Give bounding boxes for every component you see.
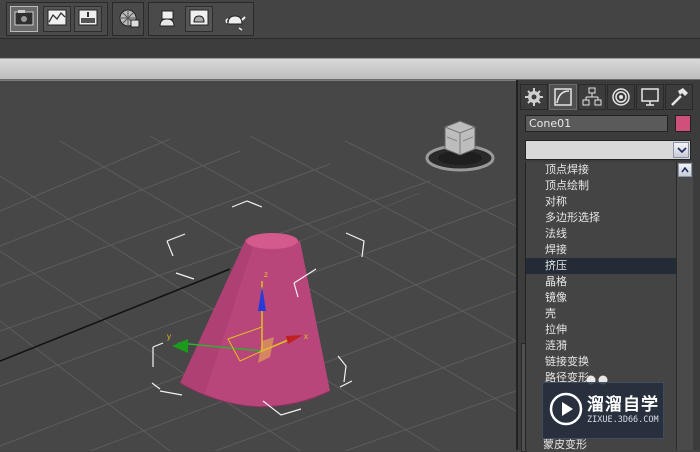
tab-utilities[interactable] [665, 84, 693, 110]
chevron-down-icon [677, 147, 687, 153]
create-icon [525, 88, 543, 106]
rendered-frame-window-icon [78, 9, 98, 26]
modifier-item-ripple[interactable]: 涟漪 [526, 338, 677, 354]
render-toolbar-group-2 [112, 2, 144, 36]
tab-display[interactable] [636, 84, 664, 110]
modifier-item-poly-select[interactable]: 多边形选择 [526, 210, 677, 226]
command-panel-tabs [518, 82, 700, 110]
modifier-item-vertex-weld[interactable]: 顶点焊接 [526, 162, 677, 178]
chevron-up-icon [681, 167, 689, 173]
tab-create[interactable] [520, 84, 548, 110]
tab-modify[interactable] [549, 84, 577, 110]
modifier-item-weld[interactable]: 焊接 [526, 242, 677, 258]
render-toolbar-group-3 [148, 2, 254, 36]
watermark-url: ZIXUE.3D66.COM [587, 415, 659, 425]
modifier-item-symmetry[interactable]: 对称 [526, 194, 677, 210]
render-setup-button[interactable] [10, 6, 38, 32]
modifier-item-shell[interactable]: 壳 [526, 306, 677, 322]
display-icon [641, 88, 659, 106]
modifier-item-normal[interactable]: 法线 [526, 226, 677, 242]
render-iterative-icon [189, 9, 209, 26]
render-iterative-button[interactable] [185, 6, 213, 32]
rendered-frame-window-button[interactable] [74, 6, 102, 32]
object-name-field[interactable]: Cone01 [525, 115, 668, 132]
gizmo-x-label: x [304, 332, 308, 341]
toolbar-separator-band [0, 39, 700, 57]
render-toolbar-group-1 [6, 2, 108, 36]
scroll-up-button[interactable] [678, 163, 692, 177]
modify-icon [554, 88, 572, 106]
render-production-icon [159, 10, 175, 27]
render-teapot-button[interactable] [219, 6, 247, 32]
render-teapot-icon [225, 15, 246, 31]
modifier-item-mirror[interactable]: 镜像 [526, 290, 677, 306]
modifier-list-select[interactable] [525, 140, 691, 160]
viewcube-icon[interactable] [423, 113, 498, 173]
hierarchy-icon [582, 87, 602, 106]
render-setup-icon [14, 10, 34, 26]
modifier-item-lattice[interactable]: 晶格 [526, 274, 677, 290]
gizmo-z-label: z [264, 270, 268, 279]
curve-editor-icon [47, 9, 67, 26]
main-toolbar [0, 0, 700, 39]
cone-object [179, 233, 331, 408]
watermark-badge: 溜溜自学 ZIXUE.3D66.COM [542, 382, 664, 439]
motion-icon [612, 88, 630, 106]
utilities-hammer-icon [671, 88, 688, 106]
viewport-label-bar [0, 58, 700, 80]
gizmo-y-label: y [167, 332, 171, 341]
modifier-list-scrollbar[interactable] [676, 162, 693, 450]
curve-editor-button[interactable] [43, 6, 71, 32]
modifier-item-extrude[interactable]: 挤压 [526, 258, 677, 274]
material-editor-icon [119, 9, 140, 28]
watermark-title: 溜溜自学 [587, 395, 659, 415]
perspective-viewport[interactable]: z x y [0, 80, 516, 451]
watermark-play-logo-icon [549, 392, 583, 426]
material-editor-button[interactable] [114, 6, 142, 32]
tab-hierarchy[interactable] [578, 84, 606, 110]
render-production-button[interactable] [152, 6, 180, 32]
tab-motion[interactable] [607, 84, 635, 110]
modifier-item-stretch[interactable]: 拉伸 [526, 322, 677, 338]
modifier-list-dropdown-button[interactable] [673, 142, 689, 158]
object-color-swatch[interactable] [675, 115, 691, 132]
modifier-item-vertex-paint[interactable]: 顶点绘制 [526, 178, 677, 194]
modifier-item-linked-xform[interactable]: 链接变换 [526, 354, 677, 370]
